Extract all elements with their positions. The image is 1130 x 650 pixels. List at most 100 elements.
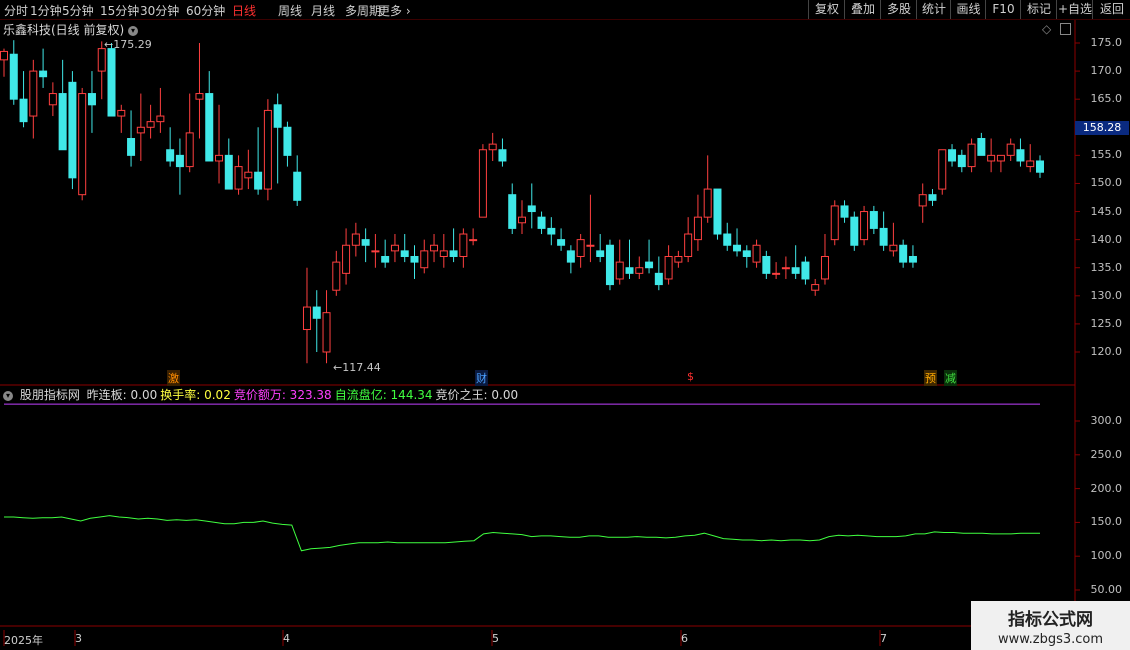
- candles-group: [0, 40, 1044, 364]
- candle-body: [234, 166, 243, 190]
- candle-body: [400, 250, 409, 257]
- candle-body: [488, 143, 497, 151]
- candle-body: [498, 149, 507, 162]
- event-marker[interactable]: $: [686, 370, 695, 383]
- candle-body: [576, 239, 585, 257]
- candle-body: [625, 267, 634, 274]
- time-axis-label: 4: [283, 632, 290, 645]
- indicator-header: ▾ 股朋指标网 昨连板: 0.00 换手率: 0.02 竞价额万: 323.38 自流…: [0, 386, 1075, 402]
- candle-body: [733, 244, 742, 252]
- candle-body: [215, 154, 224, 162]
- candle-body: [283, 126, 292, 156]
- candle-body: [166, 149, 175, 162]
- indicator-value: 昨连板: 0.00: [86, 388, 158, 402]
- indicator-group: [4, 403, 1040, 552]
- candle-body: [136, 126, 145, 134]
- candle-body: [723, 233, 732, 246]
- candle-body: [869, 211, 878, 229]
- watermark-logo: 指标公式网 www.zbgs3.com: [971, 601, 1130, 650]
- candle-body: [547, 227, 556, 235]
- candle-body: [371, 250, 380, 253]
- event-marker[interactable]: 激: [167, 370, 180, 386]
- time-axis-label: 6: [681, 632, 688, 645]
- candle-body: [742, 250, 751, 257]
- watermark-url: www.zbgs3.com: [997, 632, 1104, 647]
- indicator-axis-label: 300.0: [1090, 414, 1123, 427]
- candle-body: [977, 138, 986, 156]
- candle-body: [39, 70, 48, 78]
- candle-body: [127, 138, 136, 156]
- candle-body: [1026, 160, 1035, 168]
- low-price-value: 117.44: [342, 361, 381, 374]
- candle-body: [1006, 143, 1015, 156]
- event-marker[interactable]: 减: [944, 370, 957, 386]
- candle-body: [889, 244, 898, 252]
- candle-body: [684, 233, 693, 257]
- candle-body: [508, 194, 517, 229]
- time-axis-label: 7: [880, 632, 887, 645]
- candle-body: [293, 171, 302, 201]
- price-axis-label: 150.0: [1090, 176, 1123, 190]
- candle-body: [273, 104, 282, 128]
- candle-body: [107, 48, 116, 117]
- candle-body: [527, 205, 536, 213]
- candle-body: [361, 239, 370, 246]
- candle-body: [518, 216, 526, 224]
- price-axis-label: 120.0: [1090, 345, 1123, 358]
- candle-body: [557, 239, 566, 246]
- candle-body: [390, 244, 399, 252]
- indicator-axis-label: 200.0: [1090, 481, 1123, 495]
- candle-body: [674, 255, 683, 263]
- candle-body: [791, 267, 800, 274]
- indicator-axis-label: 50.00: [1090, 583, 1123, 596]
- chevron-down-icon[interactable]: ▾: [3, 390, 13, 401]
- candle-body: [29, 70, 38, 117]
- high-price-label: ←175.29: [104, 38, 152, 51]
- candle-body: [175, 154, 184, 168]
- candle-body: [185, 132, 194, 168]
- candle-body: [146, 121, 155, 128]
- candle-body: [615, 261, 624, 280]
- candle-body: [654, 272, 663, 286]
- candle-body: [205, 93, 214, 162]
- price-axis-label: 145.0: [1090, 204, 1123, 218]
- indicator-line: [4, 515, 1040, 552]
- candle-body: [566, 250, 575, 263]
- candle-body: [381, 255, 390, 263]
- candle-body: [762, 255, 771, 274]
- candle-body: [263, 109, 272, 190]
- arrow-icon: ←: [333, 361, 343, 374]
- time-axis-label: 3: [75, 632, 82, 645]
- high-price-value: 175.29: [113, 38, 152, 51]
- candle-body: [1016, 149, 1025, 162]
- candle-body: [19, 98, 28, 123]
- candle-body: [244, 171, 253, 179]
- event-marker[interactable]: 预: [924, 370, 937, 386]
- candle-body: [879, 227, 888, 246]
- indicator-axis-label: 100.0: [1090, 549, 1123, 563]
- price-axis-label: 155.0: [1090, 148, 1123, 162]
- candle-body: [752, 244, 761, 263]
- candle-body: [342, 244, 351, 274]
- candle-body: [860, 211, 869, 241]
- candle-body: [635, 267, 644, 274]
- time-axis-label: 2025年: [4, 634, 43, 647]
- candle-body: [420, 250, 429, 269]
- candle-body: [596, 250, 605, 257]
- candle-body: [586, 244, 595, 247]
- candle-body: [820, 255, 829, 280]
- candle-body: [195, 93, 204, 100]
- candle-body: [68, 81, 77, 179]
- candle-body: [781, 267, 790, 270]
- price-axis-label: 165.0: [1090, 92, 1123, 106]
- candle-body: [48, 93, 57, 106]
- indicator-value: 竞价之王: 0.00: [435, 388, 519, 402]
- event-marker[interactable]: 财: [475, 370, 488, 386]
- candle-body: [332, 261, 341, 291]
- candle-body: [97, 48, 106, 72]
- candle-body: [87, 93, 96, 106]
- indicator-name: 股朋指标网: [19, 388, 80, 402]
- candle-body: [899, 244, 908, 263]
- candle-body: [459, 233, 468, 257]
- low-price-label: ←117.44: [333, 361, 381, 374]
